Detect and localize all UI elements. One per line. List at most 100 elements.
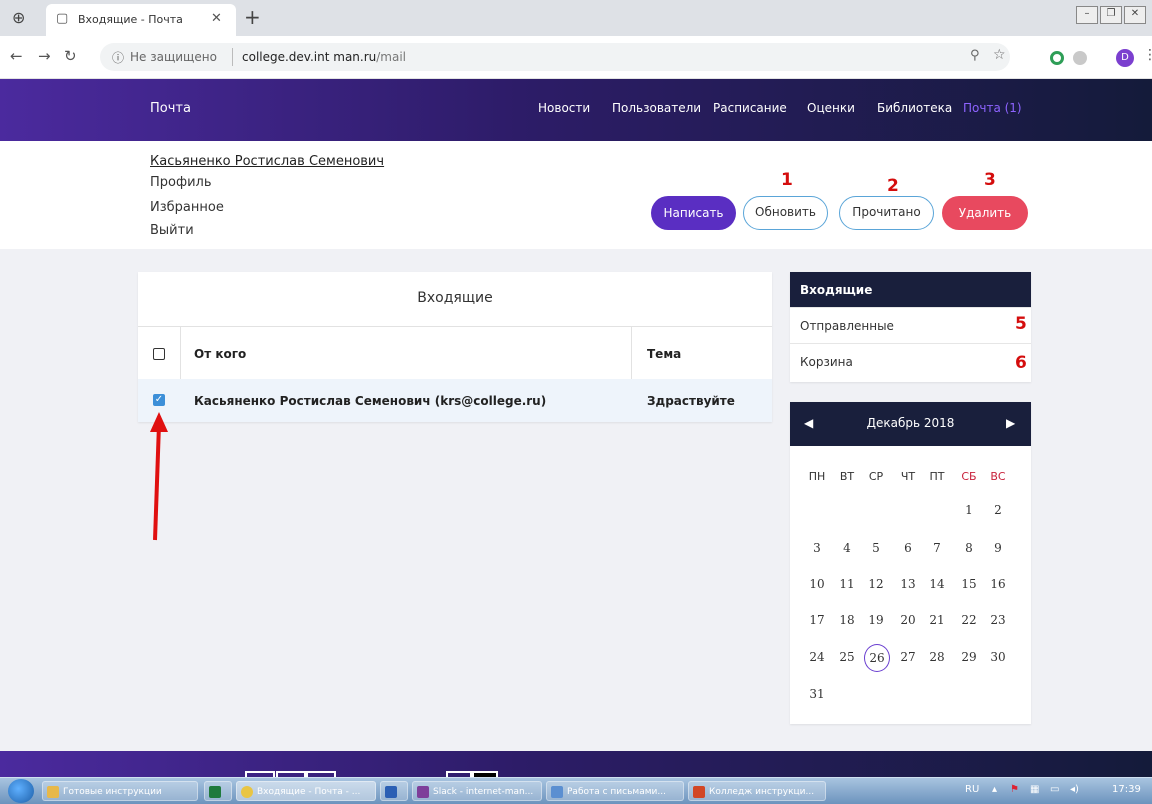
row-checkbox-checked[interactable]: ✓: [153, 394, 165, 406]
column-header-from[interactable]: От кого: [194, 347, 246, 361]
calendar-day[interactable]: 28: [925, 650, 949, 664]
language-indicator[interactable]: RU: [965, 784, 979, 795]
browser-menu-icon[interactable]: ⋮: [1143, 47, 1152, 63]
taskbar-item-powerpoint[interactable]: Колледж инструкци...: [688, 781, 826, 801]
calendar-day[interactable]: 18: [835, 613, 859, 627]
calendar-day[interactable]: 17: [805, 613, 829, 627]
calendar-day[interactable]: 27: [896, 650, 920, 664]
calendar-day-today[interactable]: 26: [864, 644, 890, 672]
user-name-link[interactable]: Касьяненко Ростислав Семенович: [150, 154, 384, 169]
taskbar-item-slack[interactable]: Slack - internet-man...: [412, 781, 542, 801]
browser-tab-bar: ⊕ ▢ Входящие - Почта ✕ + – ❐ ✕: [0, 0, 1152, 36]
chrome-icon: [241, 786, 253, 798]
compose-button[interactable]: Написать: [651, 196, 736, 230]
nav-news[interactable]: Новости: [538, 101, 590, 115]
extension-globe-icon[interactable]: [1073, 51, 1087, 65]
nav-mail[interactable]: Почта (1): [963, 101, 1022, 115]
folder-inbox[interactable]: Входящие: [790, 272, 1031, 308]
calendar-day[interactable]: 13: [896, 577, 920, 591]
calendar-day[interactable]: 25: [835, 650, 859, 664]
excel-icon: [209, 786, 221, 798]
calendar-day[interactable]: 4: [835, 541, 859, 555]
calendar-day[interactable]: 16: [986, 577, 1010, 591]
calendar-day[interactable]: 2: [986, 503, 1010, 517]
back-icon[interactable]: ←: [10, 47, 23, 65]
logout-link[interactable]: Выйти: [150, 223, 194, 238]
browser-back-history-icon[interactable]: ⊕: [12, 8, 25, 27]
taskbar-item-explorer[interactable]: Готовые инструкции: [42, 781, 198, 801]
weekday-header: ВС: [990, 470, 1006, 483]
calendar-day[interactable]: 12: [864, 577, 888, 591]
minimize-icon[interactable]: –: [1076, 6, 1098, 24]
calendar-day[interactable]: 3: [805, 541, 829, 555]
message-sender[interactable]: Касьяненко Ростислав Семенович (krs@coll…: [194, 394, 546, 408]
close-tab-icon[interactable]: ✕: [211, 11, 222, 26]
select-all-checkbox[interactable]: [153, 348, 165, 360]
browser-tab[interactable]: ▢ Входящие - Почта ✕: [46, 4, 236, 36]
tray-expand-icon[interactable]: ▴: [992, 784, 997, 795]
calendar-day[interactable]: 6: [896, 541, 920, 555]
tray-flag-icon[interactable]: ⚑: [1010, 784, 1019, 795]
tray-volume-icon[interactable]: ◂): [1070, 784, 1079, 795]
calendar-day[interactable]: 20: [896, 613, 920, 627]
calendar-day[interactable]: 15: [957, 577, 981, 591]
tray-display-icon[interactable]: ▭: [1050, 784, 1059, 795]
folders-panel: Входящие Отправленные Корзина: [790, 272, 1031, 382]
inbox-title: Входящие: [417, 290, 493, 306]
message-subject[interactable]: Здраствуйте: [647, 394, 735, 408]
calendar-day[interactable]: 14: [925, 577, 949, 591]
next-month-icon[interactable]: ▶: [1006, 416, 1015, 430]
calendar-day[interactable]: 19: [864, 613, 888, 627]
profile-avatar[interactable]: D: [1116, 49, 1134, 67]
clock[interactable]: 17:39: [1112, 784, 1141, 795]
folder-sent[interactable]: Отправленные: [790, 308, 1031, 344]
calendar-day[interactable]: 22: [957, 613, 981, 627]
site-brand[interactable]: Почта: [150, 101, 191, 116]
calendar-day[interactable]: 11: [835, 577, 859, 591]
mark-read-button[interactable]: Прочитано: [839, 196, 934, 230]
taskbar-item-paint[interactable]: Работа с письмами...: [546, 781, 684, 801]
calendar-day[interactable]: 10: [805, 577, 829, 591]
nav-grades[interactable]: Оценки: [807, 101, 855, 115]
calendar-day[interactable]: 5: [864, 541, 888, 555]
calendar-day[interactable]: 31: [805, 687, 829, 701]
nav-library[interactable]: Библиотека: [877, 101, 952, 115]
refresh-button[interactable]: Обновить: [743, 196, 828, 230]
start-button[interactable]: [8, 779, 34, 803]
calendar-day[interactable]: 24: [805, 650, 829, 664]
calendar-day[interactable]: 7: [925, 541, 949, 555]
url-field[interactable]: ⓘ Не защищено college.dev.int man.ru/mai…: [100, 43, 1010, 71]
calendar-day[interactable]: 30: [986, 650, 1010, 664]
bookmark-star-icon[interactable]: ☆: [993, 47, 1006, 63]
nav-schedule[interactable]: Расписание: [713, 101, 787, 115]
restore-icon[interactable]: ❐: [1100, 6, 1122, 24]
taskbar-item-excel[interactable]: [204, 781, 232, 801]
delete-button[interactable]: Удалить: [942, 196, 1028, 230]
calendar-day[interactable]: 23: [986, 613, 1010, 627]
tray-network-icon[interactable]: ▦: [1030, 784, 1039, 795]
weekday-header: ПН: [808, 470, 826, 483]
calendar-day[interactable]: 21: [925, 613, 949, 627]
calendar-day[interactable]: 8: [957, 541, 981, 555]
calendar-day[interactable]: 29: [957, 650, 981, 664]
calendar-day[interactable]: 9: [986, 541, 1010, 555]
extension-icon[interactable]: [1050, 51, 1064, 65]
new-tab-icon[interactable]: +: [244, 5, 261, 29]
site-navbar: Почта Новости Пользователи Расписание Оц…: [0, 79, 1152, 141]
url-host: college.dev.int man.ru: [242, 50, 377, 64]
prev-month-icon[interactable]: ◀: [804, 416, 813, 430]
reload-icon[interactable]: ↻: [64, 47, 77, 65]
taskbar-item-chrome[interactable]: Входящие - Почта - ...: [236, 781, 376, 801]
close-window-icon[interactable]: ✕: [1124, 6, 1146, 24]
column-header-subject[interactable]: Тема: [647, 347, 681, 361]
calendar-day[interactable]: 1: [957, 503, 981, 517]
favorites-link[interactable]: Избранное: [150, 200, 224, 215]
forward-icon[interactable]: →: [38, 47, 51, 65]
folder-trash[interactable]: Корзина: [790, 344, 1031, 380]
nav-users[interactable]: Пользователи: [612, 101, 701, 115]
taskbar-item-word[interactable]: [380, 781, 408, 801]
zoom-icon[interactable]: ⚲: [970, 48, 980, 63]
folder-icon: [47, 786, 59, 798]
profile-link[interactable]: Профиль: [150, 175, 212, 190]
info-icon[interactable]: ⓘ: [112, 49, 124, 66]
